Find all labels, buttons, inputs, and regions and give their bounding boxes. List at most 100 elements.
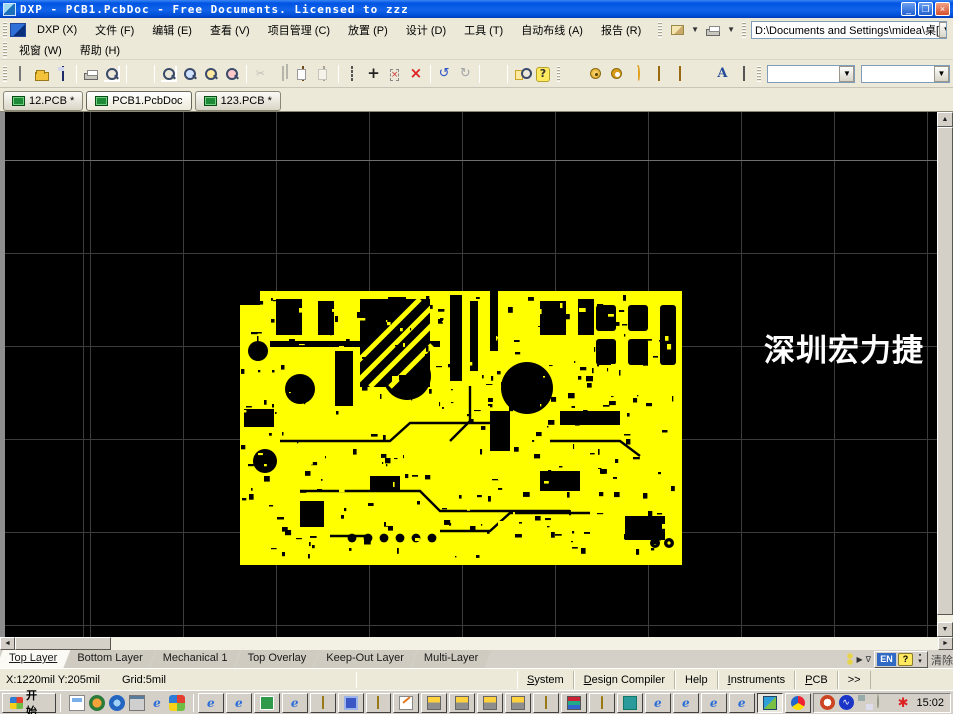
panel-button-instruments[interactable]: Instruments [718,671,795,689]
restore-icon[interactable]: ❐ [918,2,933,16]
mute-icon[interactable] [820,695,835,710]
component-combobox-dropdown-icon[interactable]: ▼ [934,66,949,82]
task-button-4[interactable] [282,693,308,713]
place-component-button[interactable] [733,63,754,84]
bulb-icon[interactable] [877,694,879,708]
vertical-scrollbar[interactable]: ▲ ▼ [937,112,953,637]
toolbar-grip[interactable] [658,22,662,38]
menu-reports[interactable]: 报告 (R) [592,19,650,41]
ruler-dropdown-icon[interactable]: ▼ [689,25,701,34]
menu-design[interactable]: 设计 (D) [397,19,455,41]
language-help-icon[interactable]: ? [898,653,913,666]
task-button-5[interactable] [310,693,336,713]
net-combobox-dropdown-icon[interactable]: ▼ [839,66,854,82]
audio-icon[interactable] [839,695,854,710]
paste-array-button[interactable] [313,63,334,84]
vertical-scroll-thumb[interactable] [937,127,953,615]
layer-color-dots-icon[interactable] [847,653,853,665]
menu-project[interactable]: 项目管理 (C) [259,19,339,41]
panel-button-design-compiler[interactable]: Design Compiler [574,671,675,689]
ruler-tool-button[interactable] [667,21,687,39]
layer-tab-bottom[interactable]: Bottom Layer [64,650,155,668]
media-player-icon[interactable] [89,695,105,711]
toolbar-grip[interactable] [3,66,7,82]
language-bar[interactable]: EN ? ▪▾ [874,651,928,668]
toolbar-grip[interactable] [557,66,561,82]
place-pad-button[interactable] [585,63,606,84]
show-desktop-icon[interactable] [69,695,85,711]
undo-button[interactable] [434,63,455,84]
task-button-14[interactable] [561,693,587,713]
task-button-12[interactable] [505,693,531,713]
layer-tab-keepout[interactable]: Keep-Out Layer [313,650,417,668]
cut-button[interactable] [250,63,271,84]
start-button[interactable]: 开始 [2,693,56,713]
zoom-document-button[interactable] [158,63,179,84]
doc-tab-12pcb[interactable]: 12.PCB * [3,91,83,111]
task-button-1[interactable] [198,693,224,713]
menu-window[interactable]: 视窗 (W) [10,39,71,61]
menu-help[interactable]: 帮助 (H) [71,39,129,61]
task-button-15[interactable] [589,693,615,713]
task-button-18[interactable] [673,693,699,713]
panel-button-system[interactable]: System [517,671,574,689]
path-combobox[interactable]: D:\Documents and Settings\midea\桌[ ▼ [751,21,947,39]
doc-tab-123pcb[interactable]: 123.PCB * [195,91,281,111]
move-button[interactable] [363,63,384,84]
messenger-icon[interactable] [109,695,125,711]
panel-button-more[interactable]: >> [838,671,871,689]
find-similar-button[interactable] [511,63,532,84]
task-button-20[interactable] [729,693,755,713]
task-button-19[interactable] [701,693,727,713]
panel-button-help[interactable]: Help [675,671,718,689]
toolbar-grip[interactable] [757,66,761,82]
menu-dxp[interactable]: DXP (X) [28,21,86,39]
task-button-17[interactable] [645,693,671,713]
doc-tab-pcb1[interactable]: PCB1.PcbDoc [86,91,191,111]
layer-tab-multilayer[interactable]: Multi-Layer [411,650,491,668]
path-combobox-dropdown-icon[interactable]: ▼ [939,22,947,38]
place-string-button[interactable] [712,63,733,84]
task-button-16[interactable] [617,693,643,713]
task-button-11[interactable] [477,693,503,713]
task-button-10[interactable] [449,693,475,713]
menu-place[interactable]: 放置 (P) [339,19,397,41]
clear-filter-button[interactable] [405,63,426,84]
place-arc-button[interactable] [627,63,648,84]
print-preview-button[interactable] [102,63,123,84]
place-array-button[interactable] [691,63,712,84]
windows-flag-icon[interactable] [169,695,185,711]
layer-scroll-right-icon[interactable]: ▶ [856,655,862,664]
language-options-icon[interactable]: ▪▾ [915,653,925,666]
open-button[interactable] [31,63,52,84]
task-button-7[interactable] [366,693,392,713]
place-via-button[interactable] [606,63,627,84]
zoom-area-button[interactable] [179,63,200,84]
close-icon[interactable]: × [935,2,950,16]
scroll-down-icon[interactable]: ▼ [937,622,953,637]
task-button-13[interactable] [533,693,559,713]
help-button[interactable] [532,63,553,84]
zoom-clear-button[interactable] [222,63,243,84]
task-button-8[interactable] [393,693,419,713]
panel-button-pcb[interactable]: PCB [795,671,838,689]
place-line-button[interactable] [563,63,584,84]
zoom-selection-button[interactable] [200,63,221,84]
menu-autoroute[interactable]: 自动布线 (A) [512,19,592,41]
redo-button[interactable] [455,63,476,84]
scroll-left-icon[interactable]: ◄ [0,637,15,650]
minimize-icon[interactable]: _ [901,2,916,16]
pcb-artwork[interactable] [240,291,682,565]
task-button-9[interactable] [421,693,447,713]
task-button-2[interactable] [226,693,252,713]
scroll-up-icon[interactable]: ▲ [937,112,953,127]
layer-filter-icon[interactable]: ∇ [866,655,871,664]
dxp-menu-icon[interactable] [10,23,26,37]
calculator-icon[interactable] [129,695,145,711]
print-button[interactable] [80,63,101,84]
task-button-6[interactable] [338,693,364,713]
report-tool-button[interactable] [703,21,723,39]
menu-file[interactable]: 文件 (F) [86,19,143,41]
menu-tools[interactable]: 工具 (T) [455,19,512,41]
report-dropdown-icon[interactable]: ▼ [725,25,737,34]
